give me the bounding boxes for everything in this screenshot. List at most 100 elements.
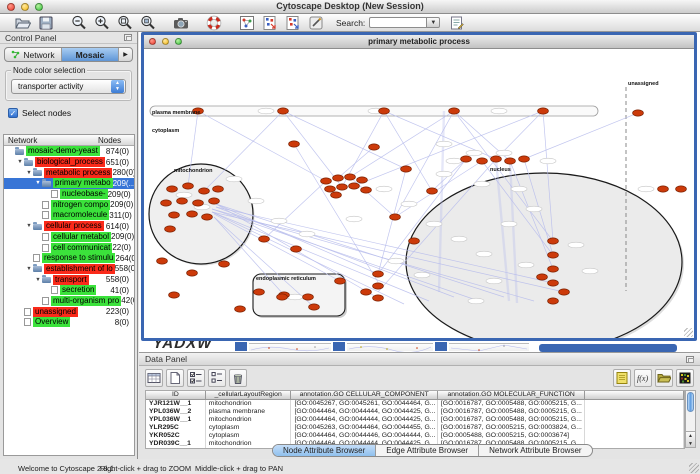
column-header[interactable]: _cellularLayoutRegion (206, 391, 292, 400)
tree-expand-arrow[interactable]: ▼ (25, 170, 33, 176)
network-node[interactable] (187, 270, 198, 276)
network-node[interactable] (369, 144, 380, 150)
network-node[interactable] (505, 158, 516, 164)
tree-item[interactable]: multi-organism pro42(0) (4, 296, 134, 307)
network-node[interactable] (373, 295, 384, 301)
table-row[interactable]: YJR121W__1mitochondrion[GO:0045267, GO:0… (146, 400, 684, 408)
float-panel-icon[interactable] (124, 34, 132, 41)
help-icon[interactable] (205, 14, 223, 31)
network-node[interactable] (658, 186, 669, 192)
attribute-table-header[interactable]: ID_cellularLayoutRegionannotation.GO CEL… (146, 391, 684, 400)
tab-network-attribute-browser[interactable]: Network Attribute Browser (479, 445, 591, 456)
network-node[interactable] (278, 108, 289, 114)
tree-item[interactable]: unassigned223(0) (4, 306, 134, 317)
network-node[interactable] (548, 280, 559, 286)
select-nodes-checkbox[interactable]: ✓ (8, 108, 18, 118)
attribute-list-icon[interactable] (208, 369, 226, 387)
new-attribute-icon[interactable] (166, 369, 184, 387)
tabs-overflow-arrow[interactable]: ▶ (119, 51, 132, 58)
matrix-view-icon[interactable] (676, 369, 694, 387)
import-edge-attributes-icon[interactable] (284, 14, 302, 31)
network-node[interactable] (321, 178, 332, 184)
network-node[interactable] (161, 200, 172, 206)
network-node[interactable] (277, 294, 288, 300)
network-node[interactable] (333, 175, 344, 181)
snapshot-icon[interactable] (172, 14, 190, 31)
network-node[interactable] (559, 289, 570, 295)
network-node[interactable] (157, 258, 168, 264)
network-node[interactable] (373, 283, 384, 289)
formula-builder-icon[interactable]: f(x) (634, 369, 652, 387)
network-overview-icon[interactable] (238, 14, 256, 31)
network-node[interactable] (548, 298, 559, 304)
select-attributes-icon[interactable] (187, 369, 205, 387)
network-node[interactable] (309, 304, 320, 310)
tree-item[interactable]: ▼biological_process651(0) (4, 157, 134, 168)
tree-item[interactable]: ▼establishment of lo558(0) (4, 264, 134, 275)
tree-expand-arrow[interactable]: ▼ (34, 180, 42, 186)
tree-expand-arrow[interactable]: ▼ (34, 277, 42, 283)
network-node[interactable] (254, 289, 265, 295)
tab-network[interactable]: Network (5, 48, 62, 61)
network-node[interactable] (169, 292, 180, 298)
network-node[interactable] (169, 212, 180, 218)
tab-mosaic[interactable]: Mosaic (62, 48, 119, 61)
search-input[interactable] (369, 17, 427, 28)
tree-item[interactable]: ▼transport558(0) (4, 274, 134, 285)
tree-item[interactable]: macromolecule311(0) (4, 210, 134, 221)
tree-item[interactable]: nucleobase-209(0) (4, 189, 134, 200)
network-node[interactable] (357, 177, 368, 183)
zoom-selected-icon[interactable] (139, 14, 157, 31)
node-color-dropdown[interactable]: transporter activity ▲▼ (11, 79, 126, 94)
network-node[interactable] (187, 211, 198, 217)
network-node[interactable] (361, 187, 372, 193)
delete-attribute-icon[interactable] (229, 369, 247, 387)
tree-item[interactable]: secretion41(0) (4, 285, 134, 296)
tree-item[interactable]: mosaic-demo-yeast874(0) (4, 146, 134, 157)
network-node[interactable] (491, 156, 502, 162)
network-node[interactable] (633, 110, 644, 116)
network-node[interactable] (537, 274, 548, 280)
network-window-titlebar[interactable]: primary metabolic process (144, 35, 694, 49)
network-tree-header[interactable]: Network Nodes (4, 135, 134, 146)
table-row[interactable]: YPL036W__1mitochondrion[GO:0044464, GO:0… (146, 416, 684, 424)
annotation-icon[interactable] (307, 14, 325, 31)
float-data-panel-icon[interactable] (686, 356, 694, 363)
table-row[interactable]: YPL036W__2plasma membrane[GO:0044464, GO… (146, 408, 684, 416)
network-node[interactable] (379, 108, 390, 114)
network-node[interactable] (209, 198, 220, 204)
network-node[interactable] (165, 226, 176, 232)
scrollbar-thumb[interactable] (687, 392, 694, 412)
table-scrollbar[interactable]: ▲▼ (685, 390, 696, 448)
tree-item[interactable]: Overview8(0) (4, 317, 134, 328)
network-node[interactable] (291, 246, 302, 252)
notes-icon[interactable] (613, 369, 631, 387)
network-node[interactable] (337, 184, 348, 190)
network-node[interactable] (538, 108, 549, 114)
tree-item[interactable]: ▼metabolic process280(0) (4, 167, 134, 178)
column-header[interactable]: ID (146, 391, 206, 400)
tree-item[interactable]: ▼cellular process614(0) (4, 221, 134, 232)
zoom-out-icon[interactable] (70, 14, 88, 31)
network-view-window[interactable]: primary metabolic process plasma membran… (141, 32, 697, 341)
network-node[interactable] (390, 214, 401, 220)
network-node[interactable] (219, 261, 230, 267)
network-node[interactable] (202, 214, 213, 220)
tree-expand-arrow[interactable]: ▼ (25, 223, 33, 229)
tree-expand-arrow[interactable]: ▼ (16, 159, 24, 165)
network-node[interactable] (303, 294, 314, 300)
import-node-attributes-icon[interactable] (261, 14, 279, 31)
attribute-table-icon[interactable] (145, 369, 163, 387)
network-node[interactable] (548, 238, 559, 244)
column-header[interactable]: annotation.GO CELLULAR_COMPONENT (291, 391, 437, 400)
network-node[interactable] (199, 188, 210, 194)
network-node[interactable] (676, 186, 687, 192)
network-node[interactable] (361, 289, 372, 295)
tab-edge-attribute-browser[interactable]: Edge Attribute Browser (376, 445, 479, 456)
network-node[interactable] (289, 141, 300, 147)
network-node[interactable] (331, 192, 342, 198)
save-session-icon[interactable] (37, 14, 55, 31)
network-node[interactable] (519, 156, 530, 162)
network-node[interactable] (427, 188, 438, 194)
network-canvas[interactable]: plasma membranecytoplasmmitochondrionnuc… (144, 49, 694, 338)
